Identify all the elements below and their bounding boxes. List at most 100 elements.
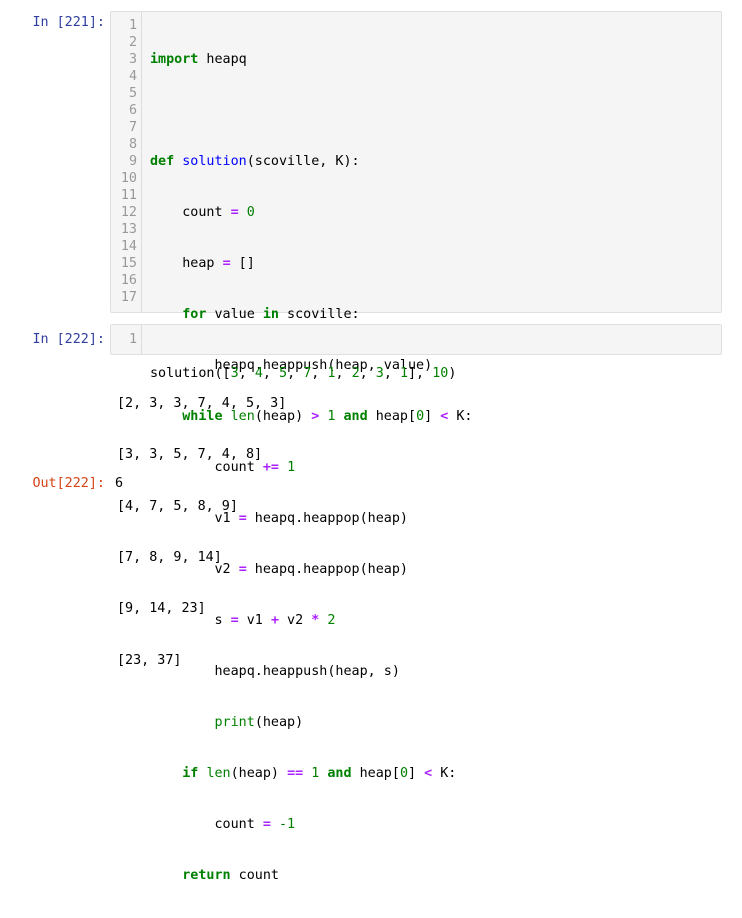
code-token: heapq <box>198 52 247 67</box>
code-token: count <box>230 868 279 883</box>
code-cell-editor[interactable]: 1 2 3 4 5 6 7 8 9 10 11 12 13 14 15 16 1… <box>110 11 722 883</box>
line-number: 4 <box>128 69 137 84</box>
line-number: 6 <box>128 103 137 118</box>
code-token: (heap) <box>254 715 304 730</box>
operator-token: = <box>230 205 239 220</box>
code-token: , <box>383 366 400 381</box>
line-number: 5 <box>128 86 137 101</box>
line-number: 10 <box>120 171 137 186</box>
output-value: 6 <box>115 476 124 491</box>
code-token: [] <box>230 256 255 271</box>
code-token: ) <box>448 366 457 381</box>
code-token: , <box>359 366 376 381</box>
code-token: scoville: <box>279 307 360 322</box>
number-token: 0 <box>399 766 408 781</box>
code-line: if len(heap) == 1 and heap[0] < K: <box>150 765 473 782</box>
input-prompt: In [221]: <box>32 15 105 30</box>
operator-token: * <box>311 613 320 628</box>
code-line: import heapq <box>150 51 473 68</box>
code-line: return count <box>150 867 473 884</box>
operator-token: < <box>424 766 433 781</box>
line-number-gutter: 1 2 3 4 5 6 7 8 9 10 11 12 13 14 15 16 1… <box>111 12 142 312</box>
code-token: heap[ <box>351 766 400 781</box>
code-token: ], <box>408 366 433 381</box>
code-line: count = -1 <box>150 816 473 833</box>
code-line: for value in scoville: <box>150 306 473 323</box>
code-line: print(heap) <box>150 714 473 731</box>
number-token: 10 <box>432 366 449 381</box>
keyword-token: return <box>182 868 231 883</box>
code-token: (scoville, K): <box>246 154 360 169</box>
code-line: count = 0 <box>150 204 473 221</box>
line-number: 8 <box>128 137 137 152</box>
line-number: 12 <box>120 205 137 220</box>
code-token: , <box>287 366 304 381</box>
keyword-token: in <box>262 307 279 322</box>
operator-token: = <box>262 817 271 832</box>
stdout-line: [3, 3, 5, 7, 4, 8] <box>117 447 263 463</box>
code-cell-editor[interactable]: 1 solution([3, 4, 5, 7, 1, 2, 3, 1], 10) <box>110 324 722 381</box>
line-number: 11 <box>120 188 137 203</box>
code-token: K: <box>432 766 457 781</box>
number-token: 3 <box>375 366 384 381</box>
line-number: 2 <box>128 35 137 50</box>
code-line: def solution(scoville, K): <box>150 153 473 170</box>
code-token: count <box>150 205 231 220</box>
line-number: 9 <box>128 154 137 169</box>
number-token: 1 <box>399 366 408 381</box>
line-number: 17 <box>120 290 137 305</box>
stdout-line: [2, 3, 3, 7, 4, 5, 3] <box>117 396 287 412</box>
number-token: 2 <box>351 366 360 381</box>
code-token: ] <box>408 766 425 781</box>
line-number: 7 <box>128 120 137 135</box>
line-number: 13 <box>120 222 137 237</box>
cell-stdout: [2, 3, 3, 7, 4, 5, 3] [3, 3, 5, 7, 4, 8]… <box>117 361 286 686</box>
keyword-token: import <box>150 52 199 67</box>
code-token: value <box>206 307 263 322</box>
line-number: 16 <box>120 273 137 288</box>
code-line: heap = [] <box>150 255 473 272</box>
line-number: 1 <box>128 332 137 347</box>
line-number: 14 <box>120 239 137 254</box>
builtin-token: print <box>214 715 255 730</box>
input-prompt: In [222]: <box>32 332 105 347</box>
keyword-token: if <box>182 766 199 781</box>
keyword-token: def <box>150 154 175 169</box>
number-token: 1 <box>311 766 320 781</box>
number-token: 1 <box>287 460 296 475</box>
number-token: 0 <box>246 205 255 220</box>
code-token: , <box>335 366 352 381</box>
stdout-line: [23, 37] <box>117 652 182 668</box>
code-token: (heap) <box>230 766 288 781</box>
number-token: 2 <box>327 613 336 628</box>
operator-token: == <box>287 766 304 781</box>
stdout-line: [9, 14, 23] <box>117 601 206 617</box>
builtin-token: len <box>206 766 231 781</box>
stdout-line: [4, 7, 5, 8, 9] <box>117 498 238 514</box>
line-number: 3 <box>128 52 137 67</box>
keyword-token: and <box>327 766 352 781</box>
line-number-gutter: 1 <box>111 325 142 354</box>
stdout-line: [7, 8, 9, 14] <box>117 550 222 566</box>
code-token: heap <box>150 256 223 271</box>
operator-token: = <box>222 256 231 271</box>
code-token: count <box>150 817 263 832</box>
function-name-token: solution <box>182 154 247 169</box>
output-prompt: Out[222]: <box>32 476 105 491</box>
code-token: , <box>311 366 328 381</box>
line-number: 15 <box>120 256 137 271</box>
line-number: 1 <box>128 18 137 33</box>
number-token: -1 <box>279 817 296 832</box>
keyword-token: for <box>182 307 207 322</box>
